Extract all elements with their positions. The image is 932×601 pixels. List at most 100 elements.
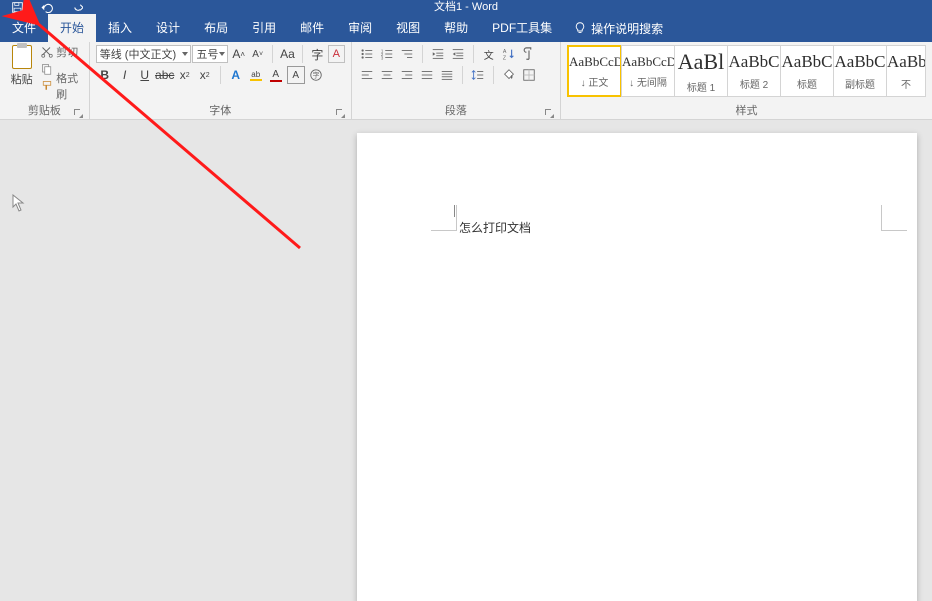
enclose-icon: 字: [309, 68, 323, 82]
format-painter-label: 格式刷: [56, 70, 83, 102]
underline-button[interactable]: U: [136, 66, 154, 84]
group-font-label: 字体: [96, 102, 345, 120]
separator: [220, 66, 221, 84]
numbering-button[interactable]: 123: [378, 45, 396, 63]
style-name: ↓ 正文: [581, 74, 609, 89]
style-name: 副标题: [845, 76, 875, 91]
font-color-button[interactable]: A: [267, 66, 285, 84]
italic-button[interactable]: I: [116, 66, 134, 84]
tab-view[interactable]: 视图: [384, 14, 432, 42]
style-tile-subtitle[interactable]: AaBbC 副标题: [833, 45, 887, 97]
separator: [302, 45, 303, 63]
tab-pdf-tools[interactable]: PDF工具集: [480, 14, 564, 42]
multilevel-list-button[interactable]: [398, 45, 416, 63]
style-sample: AaBl: [675, 49, 727, 75]
paste-button[interactable]: 粘贴: [6, 45, 37, 87]
window-title: 文档1 - Word: [434, 0, 498, 14]
tab-file[interactable]: 文件: [0, 14, 48, 42]
font-launcher-icon[interactable]: [335, 108, 345, 118]
chevron-down-icon: [182, 52, 188, 56]
strikethrough-button[interactable]: abc: [156, 66, 174, 84]
ribbon-tabs: 文件 开始 插入 设计 布局 引用 邮件 审阅 视图 帮助 PDF工具集 操作说…: [0, 14, 932, 42]
tab-home[interactable]: 开始: [48, 14, 96, 42]
tab-references[interactable]: 引用: [240, 14, 288, 42]
bold-button[interactable]: B: [96, 66, 114, 84]
tab-help[interactable]: 帮助: [432, 14, 480, 42]
tab-review[interactable]: 审阅: [336, 14, 384, 42]
cut-button[interactable]: 剪切: [41, 45, 83, 59]
font-size-select[interactable]: 五号: [192, 45, 228, 63]
style-tile-more[interactable]: AaBbC 不: [886, 45, 926, 97]
align-justify-button[interactable]: [418, 66, 436, 84]
style-sample: AaBbC: [887, 52, 925, 72]
decrease-indent-button[interactable]: [429, 45, 447, 63]
text-direction-button[interactable]: 文: [480, 45, 498, 63]
style-name: 不: [901, 76, 911, 91]
format-painter-cursor-icon: [12, 194, 26, 215]
text-cursor-icon: [454, 205, 455, 217]
style-sample: AaBbC: [781, 52, 833, 72]
group-styles-label: 样式: [567, 102, 926, 120]
clipboard-launcher-icon[interactable]: [73, 108, 83, 118]
document-text[interactable]: 怎么打印文档: [459, 219, 531, 236]
line-spacing-button[interactable]: [469, 66, 487, 84]
tab-design[interactable]: 设计: [144, 14, 192, 42]
highlight-button[interactable]: ab: [247, 66, 265, 84]
sort-button[interactable]: AZ: [500, 45, 518, 63]
styles-gallery[interactable]: AaBbCcDc ↓ 正文 AaBbCcDc ↓ 无间隔 AaBl 标题 1 A…: [567, 45, 926, 97]
decrease-font-button[interactable]: A˅: [249, 45, 266, 63]
increase-font-button[interactable]: A˄: [230, 45, 247, 63]
align-distributed-button[interactable]: [438, 66, 456, 84]
tab-layout[interactable]: 布局: [192, 14, 240, 42]
subscript-button[interactable]: x2: [176, 66, 194, 84]
separator: [493, 66, 494, 84]
tab-insert[interactable]: 插入: [96, 14, 144, 42]
style-tile-no-spacing[interactable]: AaBbCcDc ↓ 无间隔: [621, 45, 675, 97]
svg-text:Z: Z: [503, 55, 507, 61]
clipboard-icon: [12, 45, 32, 69]
align-left-button[interactable]: [358, 66, 376, 84]
increase-indent-button[interactable]: [449, 45, 467, 63]
show-marks-button[interactable]: [520, 45, 538, 63]
cut-label: 剪切: [56, 44, 78, 60]
svg-text:字: 字: [312, 71, 319, 80]
separator: [422, 45, 423, 63]
style-name: ↓ 无间隔: [629, 74, 667, 89]
align-center-button[interactable]: [378, 66, 396, 84]
group-paragraph-label: 段落: [358, 102, 554, 120]
enclosed-char-button[interactable]: 字: [307, 66, 325, 84]
format-painter-button[interactable]: 格式刷: [41, 79, 83, 93]
style-name: 标题: [797, 76, 817, 91]
paragraph-launcher-icon[interactable]: [544, 108, 554, 118]
borders-button[interactable]: [520, 66, 538, 84]
superscript-button[interactable]: x2: [196, 66, 214, 84]
shading-button[interactable]: [500, 66, 518, 84]
separator: [462, 66, 463, 84]
tell-me-search[interactable]: 操作说明搜索: [564, 14, 673, 42]
document-workspace[interactable]: 怎么打印文档: [0, 120, 932, 601]
character-shading-button[interactable]: A: [287, 66, 305, 84]
style-sample: AaBbC: [834, 52, 886, 72]
tab-mailings[interactable]: 邮件: [288, 14, 336, 42]
style-tile-heading2[interactable]: AaBbC 标题 2: [727, 45, 781, 97]
font-family-select[interactable]: 等线 (中文正文): [96, 45, 192, 63]
style-tile-title[interactable]: AaBbC 标题: [780, 45, 834, 97]
svg-text:A: A: [503, 49, 507, 55]
ribbon: 粘贴 剪切 格式刷: [0, 42, 932, 120]
brush-icon: [41, 80, 53, 92]
separator: [473, 45, 474, 63]
style-sample: AaBbC: [728, 52, 780, 72]
style-tile-normal[interactable]: AaBbCcDc ↓ 正文: [567, 45, 622, 97]
clear-formatting-button[interactable]: A: [328, 45, 345, 63]
paste-label: 粘贴: [11, 71, 33, 87]
align-right-button[interactable]: [398, 66, 416, 84]
document-page[interactable]: 怎么打印文档: [357, 133, 917, 601]
style-tile-heading1[interactable]: AaBl 标题 1: [674, 45, 728, 97]
bullets-button[interactable]: [358, 45, 376, 63]
scissors-icon: [41, 46, 53, 58]
phonetic-guide-button[interactable]: 字: [309, 45, 326, 63]
group-clipboard-label: 剪贴板: [6, 102, 83, 120]
text-effects-button[interactable]: A: [227, 66, 245, 84]
change-case-button[interactable]: Aa: [279, 45, 296, 63]
highlight-color-icon: [250, 79, 262, 81]
